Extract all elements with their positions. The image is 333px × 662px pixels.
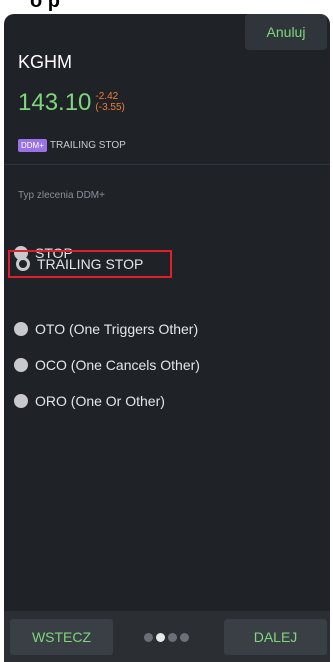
selected-order-type-text: TRAILING STOP [49,140,126,151]
order-type-screen: Anuluj KGHM 143.10 -2.42 (-3.55) DDM+ TR… [4,14,330,662]
order-type-section-label: Typ zlecenia DDM+ [18,190,105,201]
header-divider [4,164,330,165]
next-button[interactable]: DALEJ [224,619,327,655]
cancel-button[interactable]: Anuluj [245,14,327,50]
option-label: ORO (One Or Other) [35,393,165,409]
step-indicator [144,633,189,642]
step-dot-active [156,633,165,642]
option-label: OTO (One Triggers Other) [35,321,199,337]
option-oto[interactable]: OTO (One Triggers Other) [14,318,198,340]
option-label: OCO (One Cancels Other) [35,357,200,373]
option-oro[interactable]: ORO (One Or Other) [14,390,165,412]
step-dot [144,633,153,642]
back-button[interactable]: WSTECZ [10,619,113,655]
instrument-ticker: KGHM [18,52,72,72]
cropped-title-fragment: o p [30,0,60,12]
last-price: 143.10 [18,89,92,116]
option-trailing-stop[interactable]: TRAILING STOP [8,250,172,278]
radio-unselected-icon[interactable] [14,358,28,372]
ddm-badge: DDM+ [18,139,47,152]
top-cropped-strip: o p [0,0,333,14]
radio-unselected-icon[interactable] [14,394,28,408]
option-oco[interactable]: OCO (One Cancels Other) [14,354,200,376]
price-change: -2.42 (-3.55) [95,91,124,113]
order-type-summary: DDM+ TRAILING STOP [18,139,126,152]
wizard-footer: WSTECZ DALEJ [4,611,330,662]
radio-unselected-icon[interactable] [14,322,28,336]
price-row: 143.10 -2.42 (-3.55) [18,89,125,117]
radio-selected-icon[interactable] [16,257,30,271]
step-dot [168,633,177,642]
price-change-percent: (-3.55) [95,102,125,113]
step-dot [180,633,189,642]
option-label: TRAILING STOP [37,256,144,272]
price-change-absolute: -2.42 [95,91,119,102]
